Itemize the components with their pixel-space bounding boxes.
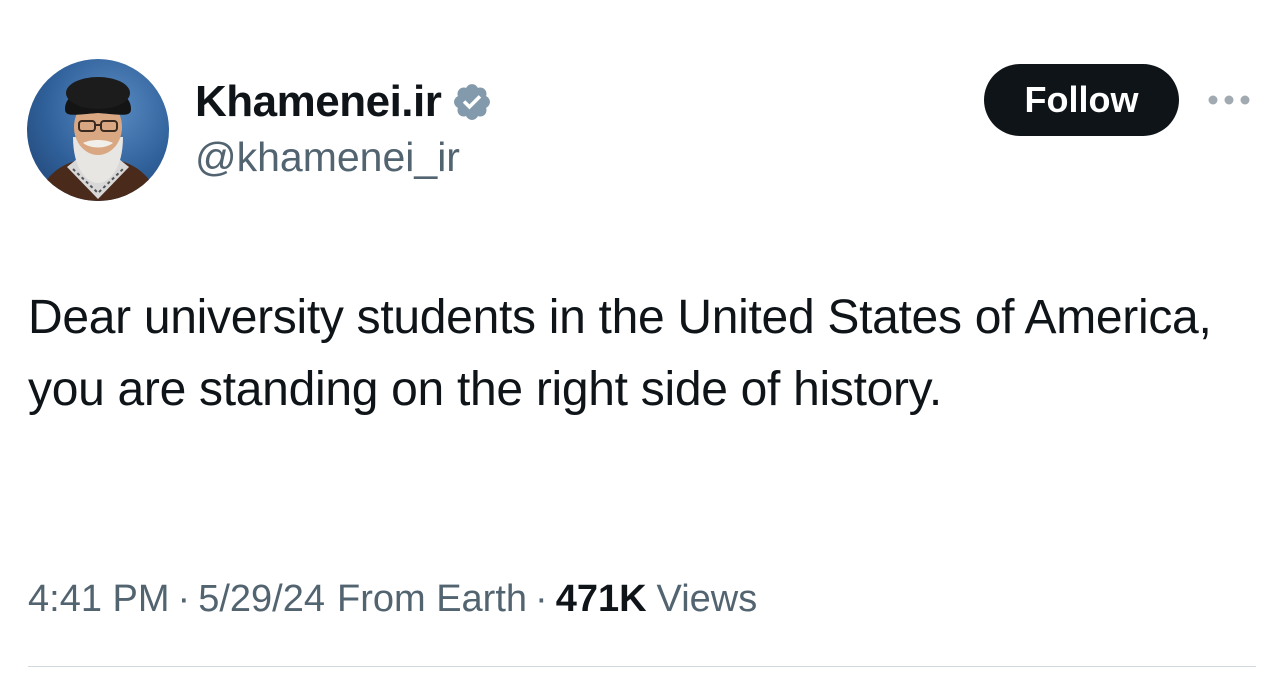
tweet-time[interactable]: 4:41 PM: [28, 578, 170, 621]
separator: ·: [535, 578, 548, 620]
tweet-text: Dear university students in the United S…: [28, 291, 1212, 416]
divider: [28, 666, 1256, 667]
separator: ·: [177, 578, 191, 620]
tweet: Khamenei.ir @khamenei_ir Follow Dear uni…: [0, 0, 1284, 675]
tweet-meta: 4:41 PM · 5/29/24 From Earth · 471K View…: [28, 578, 757, 621]
avatar-image: [37, 77, 159, 201]
follow-button[interactable]: Follow: [984, 64, 1179, 136]
verified-badge-icon[interactable]: [451, 81, 493, 123]
avatar[interactable]: [27, 59, 169, 201]
user-handle[interactable]: @khamenei_ir: [195, 134, 460, 181]
display-name[interactable]: Khamenei.ir: [195, 77, 442, 127]
views-count[interactable]: 471K: [556, 578, 647, 621]
tweet-date[interactable]: 5/29/24: [198, 578, 325, 621]
tweet-source: From Earth: [336, 578, 528, 620]
more-horizontal-icon[interactable]: [1206, 88, 1252, 112]
author-name-row: Khamenei.ir: [195, 72, 493, 132]
views-label: Views: [656, 578, 758, 620]
